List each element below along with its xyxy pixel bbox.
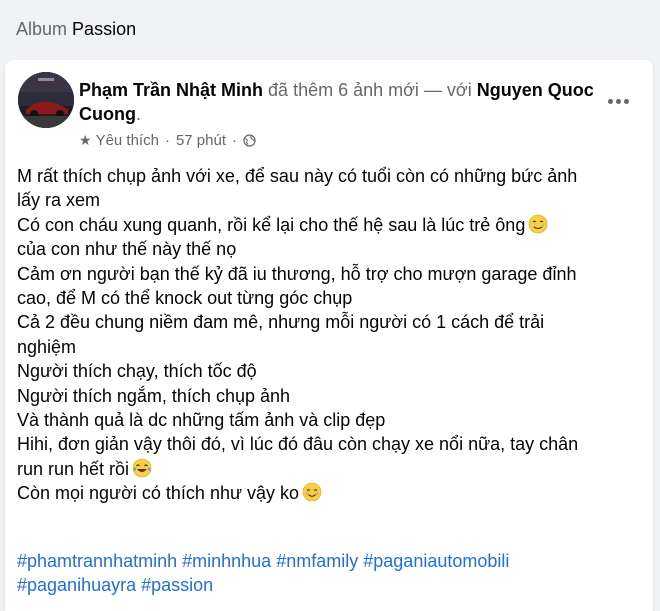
hashtag-link[interactable]: #phamtrannhatminh: [17, 551, 177, 571]
post-text: của con như thế này thế nọ: [17, 239, 237, 260]
post-text-line: của con như thế này thế nọ: [17, 237, 637, 261]
post-text: Có con cháu xung quanh, rồi kể lại cho t…: [17, 214, 526, 235]
post-text-line: lấy ra xem: [17, 188, 637, 212]
post-text: Người thích ngắm, thích chụp ảnh: [17, 385, 291, 406]
post-text: Còn mọi người có thích như vậy ko: [17, 483, 300, 504]
post-text: Cảm ơn người bạn thế kỷ đã iu thương, hỗ…: [17, 263, 577, 284]
more-dot-icon: [607, 98, 613, 104]
author-name[interactable]: Phạm Trần Nhật Minh: [79, 80, 263, 100]
globe-icon[interactable]: [243, 134, 256, 147]
post-text: nghiệm: [17, 336, 77, 357]
tears-of-joy-emoji: [132, 458, 152, 478]
hashtag-list: #phamtrannhatminh #minhnhua #nmfamily #p…: [17, 549, 637, 597]
post-text: Hihi, đơn giản vậy thôi đó, vì lúc đó đâ…: [17, 434, 579, 455]
album-title: Album Passion: [16, 18, 136, 40]
more-options-button[interactable]: [605, 88, 631, 114]
hashtag-link[interactable]: #paganihuayra: [17, 575, 136, 595]
post-text-line: Có con cháu xung quanh, rồi kể lại cho t…: [17, 213, 637, 237]
post-text: M rất thích chụp ảnh với xe, để sau này …: [17, 166, 578, 186]
hashtag-link[interactable]: #paganiautomobili: [363, 551, 509, 571]
post-action: đã thêm 6 ảnh mới — với: [268, 80, 472, 100]
avatar[interactable]: [18, 72, 74, 128]
post-time[interactable]: 57 phút: [176, 132, 226, 149]
meta-separator: ·: [164, 132, 170, 149]
post-text: lấy ra xem: [17, 190, 101, 211]
post-text: Người thích chạy, thích tốc độ: [17, 361, 257, 382]
post-text-line: nghiệm: [17, 335, 637, 359]
post-body: M rất thích chụp ảnh với xe, để sau này …: [17, 164, 637, 506]
avatar-image: [18, 72, 74, 128]
album-name[interactable]: Passion: [72, 19, 136, 39]
post-text-line: M rất thích chụp ảnh với xe, để sau này …: [17, 164, 637, 188]
post-text: Cả 2 đều chung niềm đam mê, nhưng mỗi ng…: [17, 312, 545, 333]
post-text-line: Người thích ngắm, thích chụp ảnh: [17, 384, 637, 408]
post-text-line: cao, để M có thể knock out từng góc chụp: [17, 286, 637, 310]
album-prefix: Album: [16, 19, 68, 39]
post-text-line: run run hết rồi: [17, 457, 637, 481]
tagged-suffix: .: [135, 104, 141, 124]
post-text: Và thành quả là dc những tấm ảnh và clip…: [17, 410, 386, 431]
hashtag-link[interactable]: #minhnhua: [182, 551, 271, 571]
post-header: Phạm Trần Nhật Minh đã thêm 6 ảnh mới — …: [79, 78, 599, 126]
smiling-face-emoji: [302, 482, 322, 502]
hashtag-link[interactable]: #nmfamily: [276, 551, 358, 571]
meta-separator: ·: [232, 132, 237, 149]
hashtag-link[interactable]: #passion: [141, 575, 213, 595]
more-dot-icon: [623, 98, 629, 104]
post-meta: ★ Yêu thích · 57 phút ·: [79, 132, 256, 149]
more-dot-icon: [615, 98, 621, 104]
post-text-line: Còn mọi người có thích như vậy ko: [17, 481, 637, 505]
star-icon: ★: [79, 132, 92, 148]
feeling-label[interactable]: Yêu thích: [96, 132, 159, 149]
post-text-line: Cả 2 đều chung niềm đam mê, nhưng mỗi ng…: [17, 310, 637, 334]
post-card: Phạm Trần Nhật Minh đã thêm 6 ảnh mới — …: [5, 60, 653, 611]
post-text-line: Cảm ơn người bạn thế kỷ đã iu thương, hỗ…: [17, 262, 637, 286]
post-text: run run hết rồi: [17, 458, 130, 479]
smiling-face-with-tear-emoji: [528, 214, 548, 234]
post-text-line: Hihi, đơn giản vậy thôi đó, vì lúc đó đâ…: [17, 432, 637, 456]
post-text-line: Và thành quả là dc những tấm ảnh và clip…: [17, 408, 637, 432]
post-text: cao, để M có thể knock out từng góc chụp: [17, 288, 353, 309]
post-text-line: Người thích chạy, thích tốc độ: [17, 359, 637, 383]
